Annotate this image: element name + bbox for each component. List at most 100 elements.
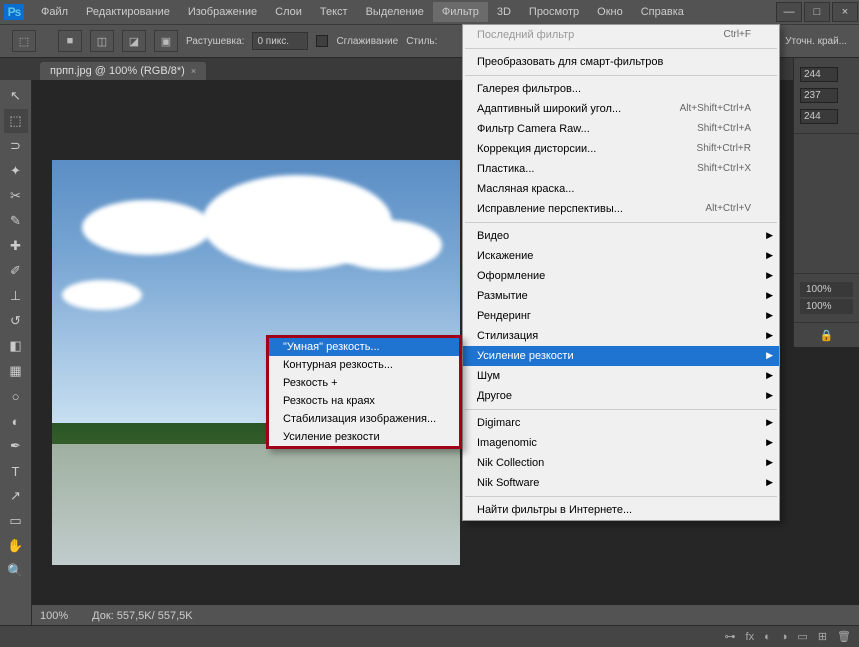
opacity-2[interactable]: 100% [800, 299, 853, 314]
stamp-tool[interactable]: ⊥ [4, 284, 28, 308]
folder-icon[interactable]: ▭ [797, 630, 807, 643]
layer-lock-row: 🔒 [794, 323, 859, 347]
sel-add-icon[interactable]: ◫ [90, 30, 114, 52]
menu-просмотр[interactable]: Просмотр [520, 2, 588, 22]
dodge-tool[interactable]: ◐ [4, 409, 28, 433]
sharpen-item[interactable]: Резкость на краях [269, 392, 459, 410]
shape-tool[interactable]: ▭ [4, 509, 28, 533]
filter-item[interactable]: Фильтр Camera Raw...Shift+Ctrl+A [463, 119, 779, 139]
eyedropper-tool[interactable]: ✎ [4, 209, 28, 233]
magic-wand-tool[interactable]: ✦ [4, 159, 28, 183]
sharpen-item[interactable]: "Умная" резкость... [269, 338, 459, 356]
zoom-tool[interactable]: 🔍 [4, 559, 28, 583]
close-button[interactable]: × [832, 2, 858, 22]
toolbox: ↖ ⬚ ⊃ ✦ ✂ ✎ ✚ ✐ ⊥ ↺ ◧ ▦ ○ ◐ ✒ T ↗ ▭ ✋ 🔍 [0, 80, 32, 627]
filter-item[interactable]: Nik Software▶ [463, 473, 779, 493]
filter-item[interactable]: Масляная краска... [463, 179, 779, 199]
brush-tool[interactable]: ✐ [4, 259, 28, 283]
lock-icon[interactable]: 🔒 [820, 329, 834, 342]
doc-size: Док: 557,5K/ 557,5K [92, 610, 192, 622]
filter-item[interactable]: Nik Collection▶ [463, 453, 779, 473]
filter-item[interactable]: Imagenomic▶ [463, 433, 779, 453]
antialias-label: Сглаживание [336, 36, 398, 47]
sharpen-item[interactable]: Контурная резкость... [269, 356, 459, 374]
feather-input[interactable] [252, 32, 308, 50]
menu-текст[interactable]: Текст [311, 2, 357, 22]
sharpen-submenu: "Умная" резкость...Контурная резкость...… [266, 335, 462, 449]
type-tool[interactable]: T [4, 459, 28, 483]
minimize-button[interactable]: — [776, 2, 802, 22]
hand-tool[interactable]: ✋ [4, 534, 28, 558]
menu-фильтр[interactable]: Фильтр [433, 2, 488, 22]
refine-edge-button[interactable]: Уточн. край... [785, 36, 847, 47]
filter-item[interactable]: Рендеринг▶ [463, 306, 779, 326]
filter-menu: Последний фильтрCtrl+F Преобразовать для … [462, 24, 780, 521]
marquee-tool[interactable]: ⬚ [4, 109, 28, 133]
marquee-tool-icon[interactable]: ⬚ [12, 30, 36, 52]
feather-label: Растушевка: [186, 36, 244, 47]
menu-3d[interactable]: 3D [488, 2, 520, 22]
document-tab[interactable]: прпп.jpg @ 100% (RGB/8*) × [40, 62, 206, 80]
filter-item[interactable]: Оформление▶ [463, 266, 779, 286]
panel-value-1[interactable] [800, 67, 838, 82]
filter-item[interactable]: Галерея фильтров... [463, 79, 779, 99]
antialias-checkbox[interactable] [316, 35, 328, 47]
filter-item: Последний фильтрCtrl+F [463, 25, 779, 45]
right-panels: 100% 100% 🔒 [793, 58, 859, 347]
menu-выделение[interactable]: Выделение [357, 2, 433, 22]
move-tool[interactable]: ↖ [4, 84, 28, 108]
tab-title: прпп.jpg @ 100% (RGB/8*) [50, 65, 185, 77]
filter-item[interactable]: Преобразовать для смарт-фильтров [463, 52, 779, 72]
filter-item[interactable]: Усиление резкости▶ [463, 346, 779, 366]
heal-tool[interactable]: ✚ [4, 234, 28, 258]
filter-item[interactable]: Размытие▶ [463, 286, 779, 306]
filter-item[interactable]: Шум▶ [463, 366, 779, 386]
filter-item[interactable]: Найти фильтры в Интернете... [463, 500, 779, 520]
menu-слои[interactable]: Слои [266, 2, 311, 22]
filter-item[interactable]: Пластика...Shift+Ctrl+X [463, 159, 779, 179]
panel-value-3[interactable] [800, 109, 838, 124]
menu-справка[interactable]: Справка [632, 2, 693, 22]
canvas-status-bar: 100% Док: 557,5K/ 557,5K [32, 605, 859, 627]
filter-item[interactable]: Digimarc▶ [463, 413, 779, 433]
sel-intersect-icon[interactable]: ▣ [154, 30, 178, 52]
path-tool[interactable]: ↗ [4, 484, 28, 508]
panel-value-2[interactable] [800, 88, 838, 103]
menu-окно[interactable]: Окно [588, 2, 632, 22]
filter-item[interactable]: Другое▶ [463, 386, 779, 406]
eraser-tool[interactable]: ◧ [4, 334, 28, 358]
maximize-button[interactable]: □ [804, 2, 830, 22]
filter-item[interactable]: Адаптивный широкий угол...Alt+Shift+Ctrl… [463, 99, 779, 119]
history-brush-tool[interactable]: ↺ [4, 309, 28, 333]
sharpen-item[interactable]: Стабилизация изображения... [269, 410, 459, 428]
lasso-tool[interactable]: ⊃ [4, 134, 28, 158]
menu-файл[interactable]: Файл [32, 2, 77, 22]
new-icon[interactable]: ⊞ [818, 630, 827, 643]
filter-item[interactable]: Стилизация▶ [463, 326, 779, 346]
link-icon[interactable]: ⊶ [725, 630, 736, 643]
app-status-bar: ⊶ fx ◐ ◑ ▭ ⊞ 🗑 [0, 625, 859, 647]
sharpen-item[interactable]: Резкость + [269, 374, 459, 392]
sharpen-item[interactable]: Усиление резкости [269, 428, 459, 446]
sel-new-icon[interactable]: ■ [58, 30, 82, 52]
crop-tool[interactable]: ✂ [4, 184, 28, 208]
blur-tool[interactable]: ○ [4, 384, 28, 408]
trash-icon[interactable]: 🗑 [837, 630, 851, 643]
mask-icon[interactable]: ◐ [764, 631, 771, 643]
style-label: Стиль: [406, 36, 437, 47]
filter-item[interactable]: Видео▶ [463, 226, 779, 246]
opacity-1[interactable]: 100% [800, 282, 853, 297]
menu-изображение[interactable]: Изображение [179, 2, 266, 22]
filter-item[interactable]: Исправление перспективы...Alt+Ctrl+V [463, 199, 779, 219]
filter-item[interactable]: Коррекция дисторсии...Shift+Ctrl+R [463, 139, 779, 159]
zoom-level[interactable]: 100% [40, 610, 68, 622]
gradient-tool[interactable]: ▦ [4, 359, 28, 383]
tab-close-icon[interactable]: × [191, 66, 196, 76]
sel-sub-icon[interactable]: ◪ [122, 30, 146, 52]
fx-icon[interactable]: fx [746, 631, 755, 643]
app-logo: Ps [4, 4, 24, 20]
adjust-icon[interactable]: ◑ [781, 631, 788, 643]
filter-item[interactable]: Искажение▶ [463, 246, 779, 266]
menu-редактирование[interactable]: Редактирование [77, 2, 179, 22]
pen-tool[interactable]: ✒ [4, 434, 28, 458]
